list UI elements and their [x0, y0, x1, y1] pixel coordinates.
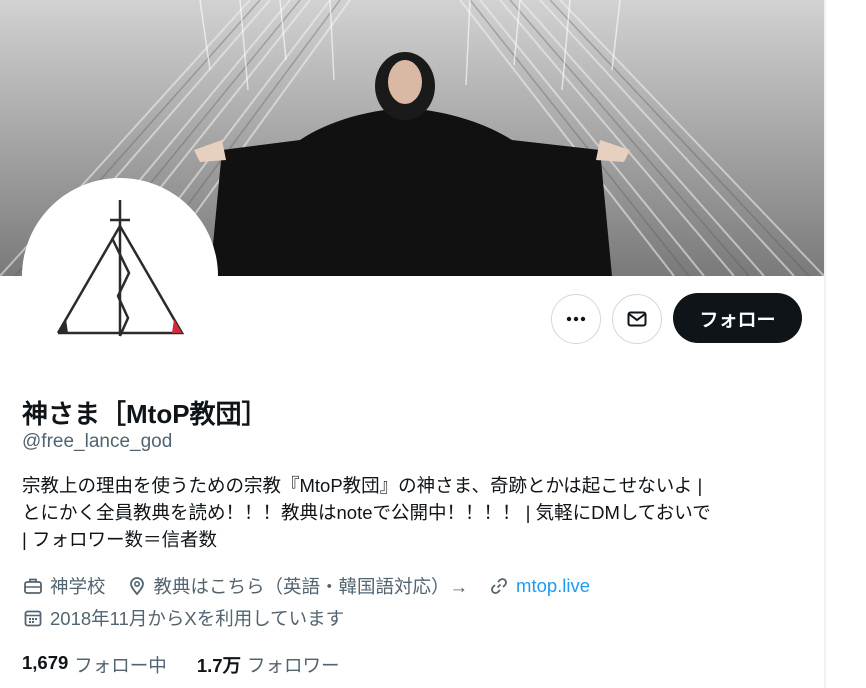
bio-line: | フォロワー数＝信者数 [22, 529, 217, 550]
profile-bio: 宗教上の理由を使うための宗教『MtoP教団』の神さま、奇跡とかは起こせないよ |… [22, 472, 812, 553]
follow-stats: 1,679 フォロー中 1.7万 フォロワー [22, 652, 370, 678]
followers-link[interactable]: 1.7万 フォロワー [197, 652, 340, 678]
followers-count: 1.7万 [196, 655, 242, 676]
bio-line: とにかく全員教典を読め！！！教典はnoteで公開中！！！！ | 気軽にDMしてお… [22, 502, 711, 523]
following-count: 1,679 [22, 652, 69, 673]
profile-location: 教典はこちら（英語・韓国語対応）→ [153, 576, 469, 597]
followers-label: フォロワー [247, 655, 340, 676]
avatar-logo-icon [56, 200, 185, 337]
joined-date: 2018年11月からXを利用しています [50, 608, 345, 629]
calendar-icon [22, 607, 44, 629]
envelope-icon [627, 311, 647, 327]
link-icon [488, 575, 510, 597]
display-name: 神さま［MtoP教団］ [22, 399, 268, 429]
following-label: フォロー中 [74, 655, 167, 676]
profile-website-link[interactable]: mtop.live [516, 575, 590, 597]
briefcase-icon [22, 575, 44, 597]
profile-meta-row: 神学校 教典はこちら（英語・韓国語対応）→ mtop.live [22, 573, 590, 599]
following-link[interactable]: 1,679 フォロー中 [22, 652, 167, 678]
profile-category: 神学校 [50, 576, 106, 597]
follow-button[interactable]: フォロー [673, 293, 802, 343]
message-button[interactable] [612, 294, 662, 344]
column-border [824, 0, 826, 688]
user-handle: @free_lance_god [22, 431, 173, 452]
profile-joined-row: 2018年11月からXを利用しています [22, 605, 344, 631]
location-pin-icon [126, 575, 148, 597]
more-options-button[interactable] [551, 294, 601, 344]
more-horizontal-icon [566, 316, 586, 322]
profile-avatar[interactable] [22, 178, 218, 374]
bio-line: 宗教上の理由を使うための宗教『MtoP教団』の神さま、奇跡とかは起こせないよ | [22, 475, 703, 496]
